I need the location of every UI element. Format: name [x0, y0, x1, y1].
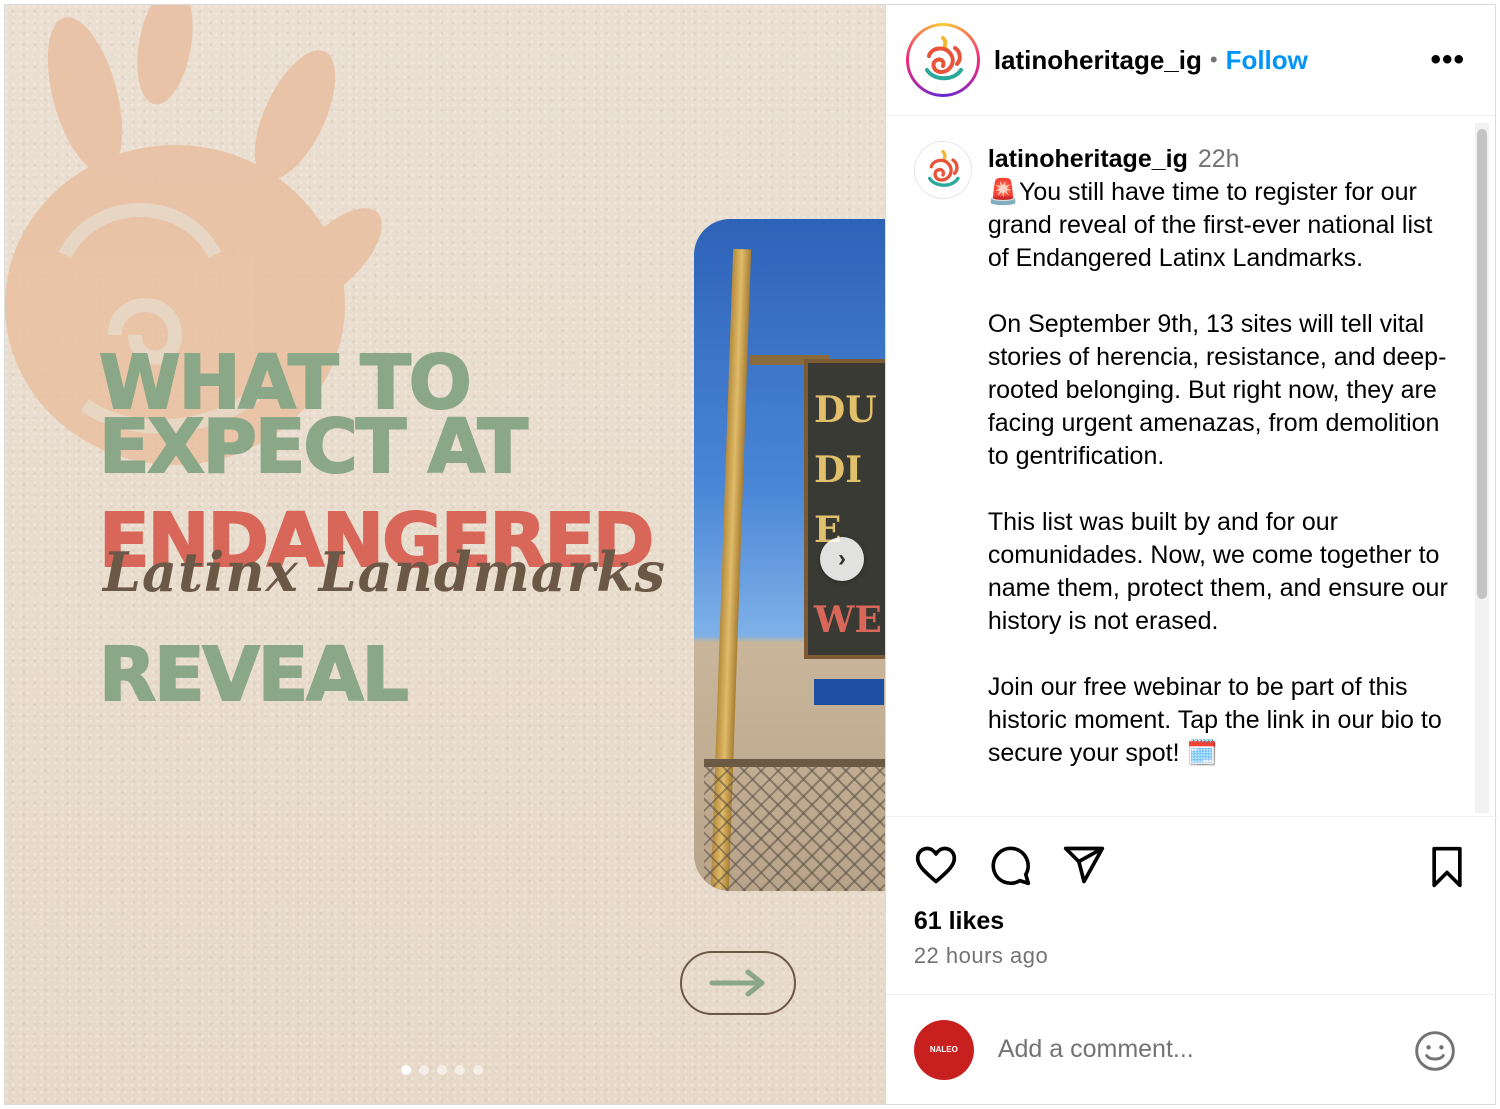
header-username[interactable]: latinoheritage_ig: [994, 45, 1202, 76]
latino-heritage-logo-icon: [924, 36, 963, 81]
caption-scrollbar-thumb[interactable]: [1477, 129, 1487, 599]
emoji-smiley-icon[interactable]: [1413, 1029, 1457, 1073]
photo-billboard: [814, 679, 884, 705]
caption-avatar[interactable]: [913, 141, 972, 199]
follow-button[interactable]: Follow: [1226, 45, 1308, 76]
chevron-right-icon: ›: [838, 545, 846, 572]
photo-fence: [704, 759, 885, 891]
post-sidebar: latinoheritage_ig • Follow ••• latinoher…: [884, 5, 1497, 1104]
profile-avatar[interactable]: [905, 23, 980, 97]
carousel-dot: [437, 1065, 447, 1075]
comment-icon[interactable]: [988, 843, 1032, 887]
post-image[interactable]: WHAT TO EXPECT AT ENDANGERED Latinx Land…: [5, 5, 885, 1104]
likes-count[interactable]: 61 likes: [914, 907, 1004, 936]
arrow-right-graphic: [680, 951, 796, 1015]
caption-paragraph: 🚨You still have time to register for our…: [987, 178, 1433, 272]
commenter-avatar: NALEO: [913, 1019, 974, 1080]
caption-text: latinoheritage_ig 22h 🚨You still have tim…: [988, 143, 1458, 803]
carousel-dot: [455, 1065, 465, 1075]
photo-fence-rail: [704, 759, 885, 767]
headline-line4: REVEAL: [98, 632, 410, 718]
carousel-next-button[interactable]: ›: [820, 537, 864, 581]
caption-time: 22h: [1197, 145, 1240, 173]
post-modal: WHAT TO EXPECT AT ENDANGERED Latinx Land…: [4, 4, 1497, 1105]
like-heart-icon[interactable]: [914, 843, 958, 887]
headline: WHAT TO EXPECT AT ENDANGERED Latinx Land…: [98, 345, 667, 718]
comment-bar: NALEO: [885, 994, 1497, 1104]
headline-line2: EXPECT AT: [98, 404, 529, 490]
post-header: latinoheritage_ig • Follow •••: [885, 5, 1495, 116]
caption-paragraph: This list was built by and for our comun…: [987, 508, 1448, 635]
caption-section: latinoheritage_ig 22h 🚨You still have tim…: [886, 117, 1481, 817]
post-timestamp[interactable]: 22 hours ago: [914, 943, 1048, 969]
arrow-right-icon: [709, 969, 765, 997]
more-options-icon[interactable]: •••: [1430, 43, 1465, 77]
post-actions: 61 likes 22 hours ago: [885, 816, 1497, 1006]
photo-sign-letter: WE: [814, 599, 882, 641]
bookmark-icon[interactable]: [1427, 845, 1467, 889]
comment-input[interactable]: [997, 1035, 1378, 1064]
caption-paragraph: Join our free webinar to be part of this…: [987, 673, 1442, 767]
carousel-dot: [473, 1065, 483, 1075]
caption-paragraph: On September 9th, 13 sites will tell vit…: [987, 310, 1447, 470]
carousel-dot: [419, 1065, 429, 1075]
photo-sign-letter: DI: [814, 449, 863, 491]
carousel-indicator: [401, 1065, 483, 1075]
caption-username[interactable]: latinoheritage_ig: [988, 145, 1188, 173]
latino-heritage-logo-icon: [927, 150, 960, 187]
photo-sign-letter: DU: [814, 389, 877, 431]
share-icon[interactable]: [1062, 843, 1106, 887]
header-separator: •: [1209, 47, 1218, 72]
headline-script: Latinx Landmarks: [103, 540, 667, 604]
carousel-dot: [401, 1065, 411, 1075]
